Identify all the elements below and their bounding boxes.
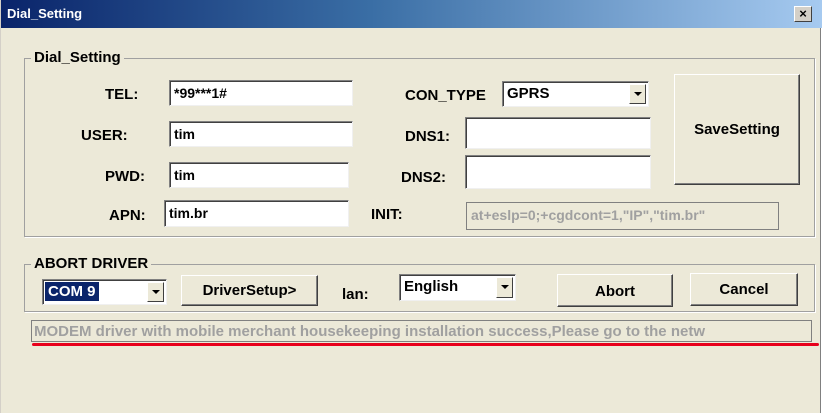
cancel-button[interactable]: Cancel: [690, 273, 798, 306]
dns1-field[interactable]: [465, 117, 651, 149]
pwd-field[interactable]: tim: [169, 162, 349, 188]
init-field: at+eslp=0;+cgdcont=1,"IP","tim.br": [466, 202, 779, 230]
com-port-value: COM 9: [45, 282, 99, 301]
dial-setting-legend: Dial_Setting: [31, 49, 124, 66]
abort-button[interactable]: Abort: [557, 274, 673, 307]
save-setting-button[interactable]: SaveSetting: [674, 74, 800, 185]
driver-setup-label: DriverSetup>: [202, 282, 297, 299]
driver-setup-button[interactable]: DriverSetup>: [181, 275, 318, 306]
status-message: MODEM driver with mobile merchant housek…: [31, 320, 812, 342]
chevron-down-icon[interactable]: [147, 282, 164, 302]
con-type-value: GPRS: [507, 85, 550, 102]
close-button[interactable]: ×: [794, 6, 812, 22]
dns1-label: DNS1:: [405, 128, 451, 145]
abort-driver-legend: ABORT DRIVER: [31, 255, 152, 272]
cancel-label: Cancel: [719, 281, 769, 298]
save-setting-label: SaveSetting: [694, 121, 780, 138]
apn-label: APN:: [109, 207, 146, 224]
lan-label: lan:: [342, 286, 369, 303]
close-icon: ×: [799, 6, 807, 21]
com-port-select[interactable]: COM 9: [42, 279, 167, 305]
dialog-window: Dial_Setting × Dial_Setting TEL: *99***1…: [0, 0, 822, 413]
con-type-select[interactable]: GPRS: [502, 81, 649, 107]
title-bar[interactable]: Dial_Setting ×: [1, 0, 822, 28]
dns2-label: DNS2:: [401, 169, 447, 186]
user-label: USER:: [81, 127, 128, 144]
init-label: INIT:: [371, 206, 403, 223]
language-select[interactable]: English: [399, 274, 516, 301]
annotation-underline: [32, 343, 819, 346]
abort-label: Abort: [595, 283, 635, 300]
chevron-down-icon[interactable]: [629, 84, 646, 104]
apn-field[interactable]: tim.br: [164, 200, 349, 227]
chevron-down-icon[interactable]: [496, 277, 513, 298]
tel-field[interactable]: *99***1#: [169, 80, 353, 106]
language-value: English: [404, 278, 459, 295]
pwd-label: PWD:: [105, 168, 145, 185]
window-title: Dial_Setting: [7, 6, 83, 21]
dns2-field[interactable]: [465, 155, 651, 189]
user-field[interactable]: tim: [169, 121, 353, 147]
con-type-label: CON_TYPE: [405, 87, 486, 104]
tel-label: TEL:: [105, 86, 139, 103]
